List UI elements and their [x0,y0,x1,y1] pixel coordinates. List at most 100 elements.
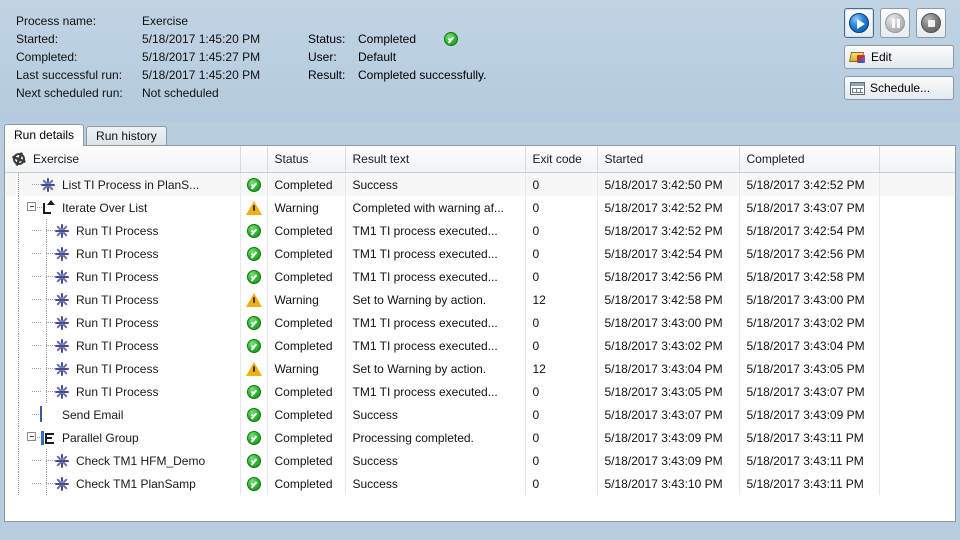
row-name: Send Email [62,407,124,422]
cell-result-text: TM1 TI process executed... [345,219,526,242]
cell-started: 5/18/2017 3:43:09 PM [597,426,740,449]
table-row[interactable]: Parallel Group Completed Processing comple… [5,426,955,449]
row-name: Run TI Process [76,338,159,353]
cell-filler [879,357,955,380]
tree-trunk [12,472,26,495]
summary-row-started: Started: 5/18/2017 1:45:20 PM [16,30,260,48]
cell-started: 5/18/2017 3:43:04 PM [597,357,740,380]
check-circle-icon [444,32,458,46]
status-badge [444,32,458,46]
cell-status: Completed [267,426,346,449]
tab-run-history[interactable]: Run history [86,126,167,146]
check-circle-icon [246,223,261,238]
table-row[interactable]: Run TI Process Completed TM1 TI process ex… [5,380,955,403]
summary-row-result: Result: Completed successfully. [308,66,487,84]
pause-button[interactable] [880,8,910,38]
cell-name: Run TI Process [5,311,241,334]
cell-started: 5/18/2017 3:43:02 PM [597,334,740,357]
column-header-exit-code[interactable]: Exit code [525,146,598,173]
gear-icon [12,152,26,166]
tab-bar: Run details Run history [4,124,167,146]
tree-connector [26,403,42,426]
completed-label: Completed: [16,50,78,64]
column-header-icon[interactable] [240,146,268,173]
cell-name: Parallel Group [5,426,241,449]
row-name: List TI Process in PlanS... [62,177,200,192]
grid-body: List TI Process in PlanS... Completed Succ… [5,172,955,495]
cell-name: List TI Process in PlanS... [5,172,241,196]
table-row[interactable]: Send Email Completed Success 0 5/18/2017 3:4… [5,403,955,426]
run-details-window: Process name: Exercise Started: 5/18/201… [0,0,960,540]
cell-name: Run TI Process [5,288,241,311]
cell-completed: 5/18/2017 3:42:54 PM [739,219,880,242]
summary-row-process-name: Process name: Exercise [16,12,260,30]
cell-result-text: Success [345,403,526,426]
status-label: Status: [308,32,346,46]
edit-button-label: Edit [871,50,892,64]
tree-connector [26,311,42,334]
cell-status: Completed [267,380,346,403]
tree-toggle[interactable] [26,426,43,449]
check-circle-icon [246,315,261,330]
cell-status-icon [240,242,268,265]
table-row[interactable]: Iterate Over List Warning Completed with w… [5,196,955,219]
calendar-icon [850,81,865,95]
play-button[interactable] [844,8,874,38]
table-row[interactable]: Run TI Process Completed TM1 TI process ex… [5,219,955,242]
cell-status: Completed [267,219,346,242]
cell-status-icon [240,265,268,288]
tree-connector [40,265,56,288]
column-header-result-text[interactable]: Result text [345,146,526,173]
tree-toggle[interactable] [26,196,43,219]
cell-result-text: TM1 TI process executed... [345,380,526,403]
cell-result-text: Set to Warning by action. [345,288,526,311]
cell-result-text: Success [345,172,526,196]
last-successful-run-value: 5/18/2017 1:45:20 PM [142,68,261,82]
column-header-status[interactable]: Status [267,146,346,173]
cell-result-text: TM1 TI process executed... [345,334,526,357]
table-row[interactable]: Run TI Process Warning Set to Warning by a… [5,288,955,311]
cell-status: Completed [267,311,346,334]
cell-completed: 5/18/2017 3:43:07 PM [739,380,880,403]
table-row[interactable]: Check TM1 PlanSamp Completed Success 0 5/18/… [5,472,955,495]
schedule-button-label: Schedule... [870,81,931,95]
cell-exit-code: 0 [525,311,598,334]
table-row[interactable]: Run TI Process Completed TM1 TI process ex… [5,334,955,357]
cell-status-icon [240,196,268,219]
tree-connector [26,334,42,357]
tree-trunk [12,219,26,242]
table-row[interactable]: Check TM1 HFM_Demo Completed Success 0 5/18/… [5,449,955,472]
tree-connector [40,288,56,311]
cell-status: Completed [267,242,346,265]
started-label: Started: [16,32,59,46]
summary-row-user: User: Default [308,48,487,66]
cell-started: 5/18/2017 3:43:05 PM [597,380,740,403]
cell-started: 5/18/2017 3:43:10 PM [597,472,740,495]
cell-name: Send Email [5,403,241,426]
edit-button[interactable]: Edit [844,45,954,69]
cell-name: Run TI Process [5,334,241,357]
table-row[interactable]: List TI Process in PlanS... Completed Succ… [5,172,955,196]
cell-result-text: Success [345,449,526,472]
table-row[interactable]: Run TI Process Completed TM1 TI process ex… [5,265,955,288]
tree-connector [40,334,56,357]
column-header-started[interactable]: Started [597,146,740,173]
cell-status-icon [240,334,268,357]
table-row[interactable]: Run TI Process Completed TM1 TI process ex… [5,311,955,334]
cell-result-text: Processing completed. [345,426,526,449]
schedule-button[interactable]: Schedule... [844,76,954,100]
cell-status-icon [240,426,268,449]
column-header-name[interactable]: Exercise [5,146,241,173]
cell-name: Run TI Process [5,219,241,242]
column-header-completed[interactable]: Completed [739,146,880,173]
cell-filler [879,334,955,357]
cell-filler [879,219,955,242]
process-name-label: Process name: [16,14,97,28]
row-name: Check TM1 HFM_Demo [76,453,206,468]
warning-icon [245,361,262,376]
tab-run-details[interactable]: Run details [4,124,85,146]
table-row[interactable]: Run TI Process Completed TM1 TI process ex… [5,242,955,265]
table-row[interactable]: Run TI Process Warning Set to Warning by a… [5,357,955,380]
stop-button[interactable] [916,8,946,38]
cell-status: Warning [267,196,346,219]
